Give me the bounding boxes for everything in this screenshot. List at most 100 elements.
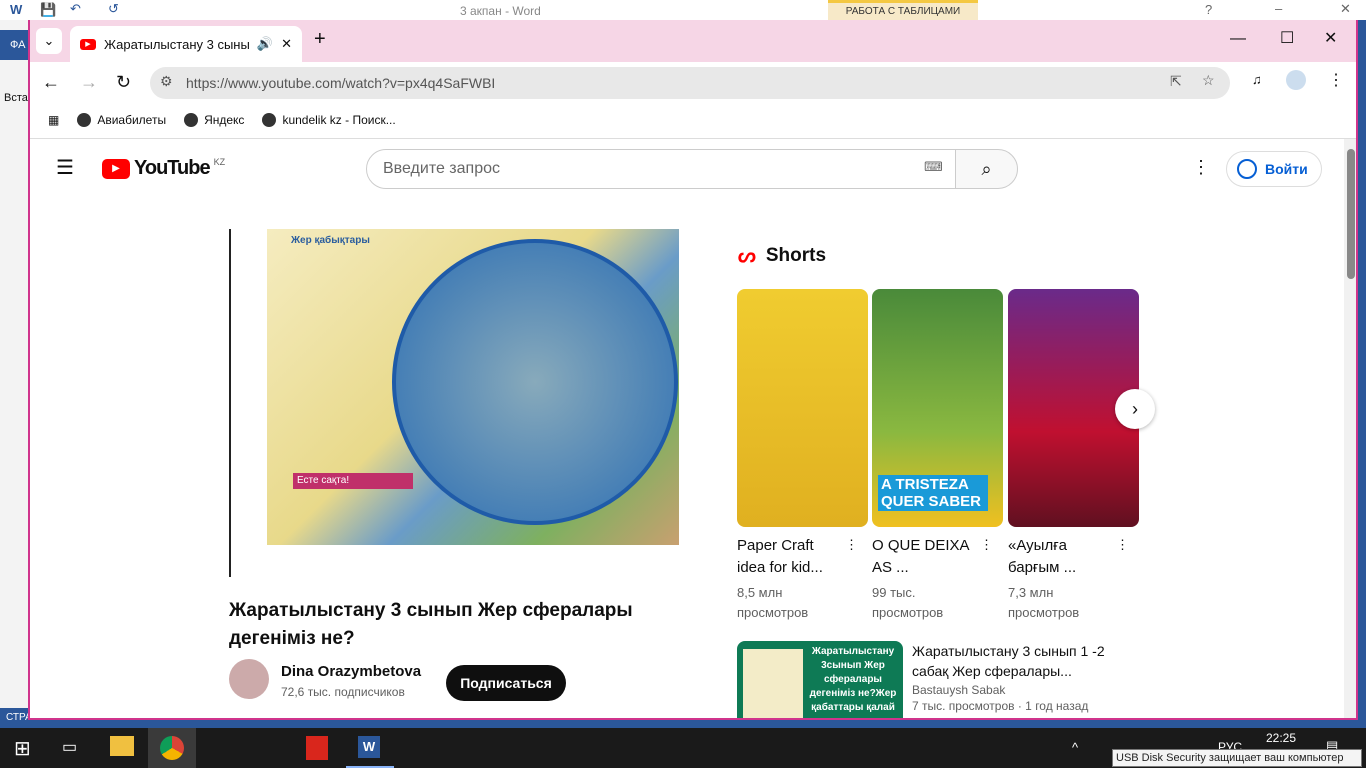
globe-icon	[77, 113, 92, 127]
word-scroll	[1358, 20, 1366, 720]
tab-close-icon[interactable]: ✕	[281, 36, 292, 52]
login-label: Войти	[1265, 161, 1308, 177]
close-button[interactable]: ✕	[1324, 28, 1337, 48]
maximize-button[interactable]: ☐	[1280, 28, 1294, 48]
tab-title: Жаратылыстану 3 сынып Ж	[104, 36, 249, 52]
shorts-header: ᔕ Shorts	[738, 243, 826, 268]
close-icon[interactable]: ✕	[1340, 1, 1351, 17]
subscriber-count: 72,6 тыс. подписчиков	[281, 685, 405, 699]
start-icon[interactable]: ⊞	[14, 736, 31, 761]
more-icon[interactable]: ⋮	[845, 537, 858, 553]
globe-icon	[184, 113, 199, 127]
shorts-icon: ᔕ	[738, 245, 756, 267]
short-overlay-text: A TRISTEZA QUER SABER	[878, 475, 988, 511]
bookmark-item[interactable]: kundelik kz - Поиск...	[262, 113, 396, 127]
media-icon[interactable]: ♫	[1252, 72, 1262, 87]
browser-window: ⌄ ▶ Жаратылыстану 3 сынып Ж 🔊 ✕ + — ☐ ✕ …	[28, 20, 1358, 720]
search-input[interactable]: Введите запрос	[366, 149, 956, 189]
redo-icon[interactable]: ↺	[108, 1, 119, 17]
subscribe-button[interactable]: Подписаться	[446, 665, 566, 701]
apps-icon[interactable]: ▦	[48, 113, 59, 127]
thumb-note: Есте сақта!	[293, 473, 413, 489]
short-item[interactable]: «Ауылға барғым ... 7,3 млн просмотров ⋮	[1008, 535, 1129, 623]
more-icon[interactable]: ⋮	[1116, 537, 1129, 553]
related-meta: 7 тыс. просмотров · 1 год назад	[912, 699, 1089, 713]
login-button[interactable]: Войти	[1226, 151, 1322, 187]
bookmark-item[interactable]: Авиабилеты	[77, 113, 166, 127]
related-thumbnail[interactable]: Жаратылыстану 3сынып Жер сфералары деген…	[737, 641, 903, 718]
minimize-icon[interactable]: –	[1275, 1, 1282, 16]
short-item[interactable]: O QUE DEIXA AS ... 99 тыс. просмотров ⋮	[872, 535, 993, 623]
shorts-next-button[interactable]: ›	[1115, 389, 1155, 429]
related-title[interactable]: Жаратылыстану 3 сынып 1 -2 сабақ Жер сфе…	[912, 641, 1112, 681]
hamburger-icon[interactable]: ☰	[56, 155, 74, 180]
new-tab-button[interactable]: +	[314, 28, 326, 51]
address-bar[interactable]: ⚙ https://www.youtube.com/watch?v=px4q4S…	[150, 67, 1230, 99]
account-icon	[1237, 159, 1257, 179]
word-taskbar-button[interactable]: W	[346, 728, 394, 768]
region-code: KZ	[213, 157, 226, 167]
forward-icon[interactable]: →	[80, 72, 98, 93]
youtube-page: ☰ ▶ YouTube KZ Введите запрос ⌨ ⌕ ⋮ Войт…	[30, 138, 1356, 718]
minimize-button[interactable]: —	[1230, 30, 1246, 48]
short-thumbnail[interactable]	[737, 289, 868, 527]
spheres-image	[392, 239, 678, 525]
related-thumb-text: Жаратылыстану 3сынып Жер сфералары деген…	[809, 646, 897, 713]
undo-icon[interactable]: ↶	[70, 1, 81, 17]
short-views: 8,5 млн просмотров	[737, 585, 809, 620]
word-title: 3 акпан - Word	[460, 4, 541, 18]
short-views: 99 тыс. просмотров	[872, 585, 944, 620]
short-item[interactable]: Paper Craft idea for kid... 8,5 млн прос…	[737, 535, 858, 623]
clock[interactable]: 22:25	[1266, 731, 1296, 745]
short-title: Paper Craft idea for kid...	[737, 537, 823, 576]
tray-tooltip: USB Disk Security защищает ваш компьютер	[1112, 749, 1362, 767]
youtube-favicon: ▶	[80, 38, 96, 50]
short-title: «Ауылға барғым ...	[1008, 537, 1077, 576]
youtube-logo[interactable]: ▶ YouTube KZ	[102, 157, 225, 180]
bookmark-star-icon[interactable]: ☆	[1202, 72, 1215, 89]
channel-avatar[interactable]	[229, 659, 269, 699]
video-thumbnail: Жер қабықтары Есте сақта!	[267, 229, 679, 545]
back-icon[interactable]: ←	[42, 72, 60, 93]
paste-label[interactable]: Вста	[4, 92, 28, 104]
tab-search-icon[interactable]: ⌄	[36, 28, 62, 54]
menu-icon[interactable]: ⋮	[1328, 70, 1344, 90]
related-channel[interactable]: Bastauysh Sabak	[912, 683, 1005, 698]
open-in-app-icon[interactable]: ⇱	[1170, 73, 1182, 90]
chrome-taskbar-button[interactable]	[148, 728, 196, 768]
tab-strip: ⌄ ▶ Жаратылыстану 3 сынып Ж 🔊 ✕ + — ☐ ✕	[30, 20, 1356, 62]
explorer-icon[interactable]	[110, 736, 134, 756]
site-info-icon[interactable]: ⚙	[160, 73, 173, 90]
bookmark-label: Яндекс	[204, 113, 245, 127]
settings-menu-icon[interactable]: ⋮	[1192, 157, 1210, 178]
more-icon[interactable]: ⋮	[980, 537, 993, 553]
tray-chevron-icon[interactable]: ^	[1072, 740, 1078, 755]
keyboard-icon[interactable]: ⌨	[924, 159, 943, 175]
url-text: https://www.youtube.com/watch?v=px4q4SaF…	[186, 75, 496, 91]
help-icon[interactable]: ?	[1205, 2, 1212, 17]
table-tools-label: РАБОТА С ТАБЛИЦАМИ	[828, 0, 978, 20]
profile-avatar[interactable]	[1286, 70, 1306, 90]
short-thumbnail[interactable]: A TRISTEZA QUER SABER	[872, 289, 1003, 527]
channel-name[interactable]: Dina Orazymbetova	[281, 663, 421, 680]
audio-icon[interactable]: 🔊	[257, 36, 273, 52]
word-icon: W	[10, 2, 23, 17]
page-scrollbar[interactable]	[1344, 139, 1356, 718]
tab-youtube[interactable]: ▶ Жаратылыстану 3 сынып Ж 🔊 ✕	[70, 26, 302, 62]
word-ribbon-left: ФА Вста	[0, 20, 28, 720]
task-view-icon[interactable]: ▭	[62, 737, 77, 757]
pdf-icon[interactable]	[306, 736, 328, 760]
file-tab[interactable]: ФА	[0, 30, 28, 60]
bookmark-item[interactable]: Яндекс	[184, 113, 244, 127]
reload-icon[interactable]: ↻	[116, 72, 131, 93]
logo-text: YouTube	[134, 157, 211, 179]
search-button[interactable]: ⌕	[955, 149, 1018, 189]
short-views: 7,3 млн просмотров	[1008, 585, 1080, 620]
save-icon[interactable]: 💾	[40, 2, 56, 18]
video-player[interactable]: Жер қабықтары Есте сақта!	[229, 229, 679, 577]
search-icon: ⌕	[981, 159, 992, 179]
short-title: O QUE DEIXA AS ...	[872, 537, 969, 576]
browser-toolbar: ← → ↻ ⚙ https://www.youtube.com/watch?v=…	[30, 62, 1356, 104]
scrollbar-thumb[interactable]	[1347, 149, 1355, 279]
bookmark-label: kundelik kz - Поиск...	[282, 113, 396, 127]
